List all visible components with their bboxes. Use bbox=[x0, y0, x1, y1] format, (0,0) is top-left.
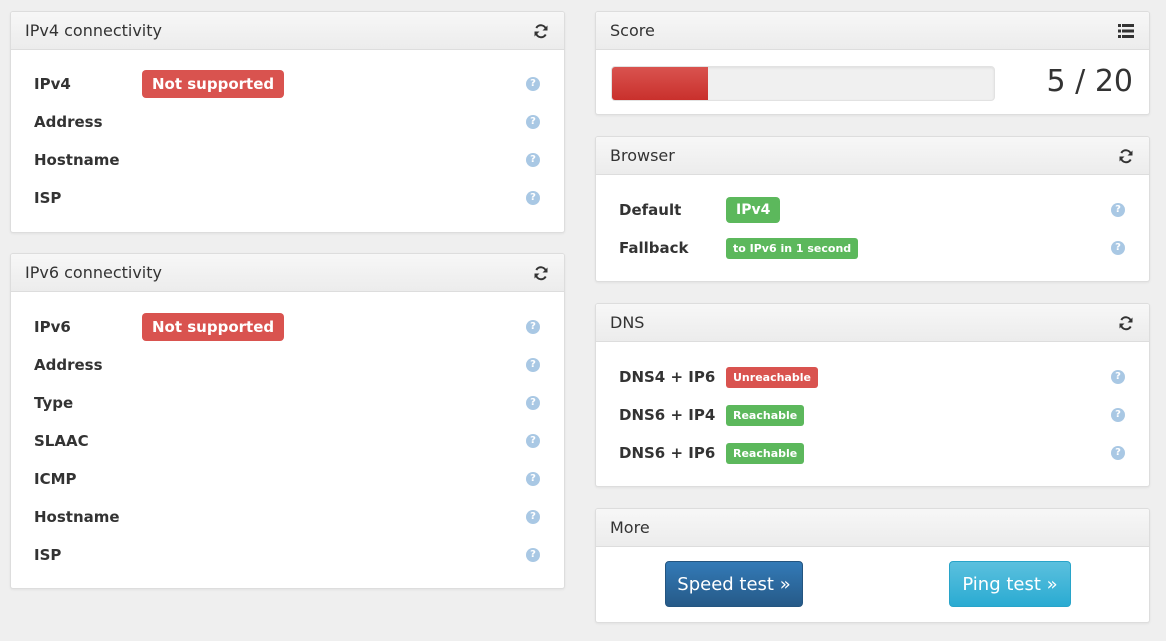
help-icon[interactable]: ? bbox=[526, 320, 540, 334]
refresh-icon[interactable] bbox=[532, 264, 550, 282]
dns6-ip4-label: DNS6 + IP4 bbox=[619, 406, 716, 424]
ipv6-panel-title: IPv6 connectivity bbox=[25, 263, 162, 282]
ipv6-status-badge: Not supported bbox=[142, 313, 285, 341]
score-panel-title: Score bbox=[610, 21, 655, 40]
dns-panel-heading: DNS bbox=[596, 304, 1149, 342]
dns6-ip4-status-badge: Reachable bbox=[726, 405, 805, 426]
refresh-icon[interactable] bbox=[532, 22, 550, 40]
more-panel-heading: More bbox=[596, 509, 1149, 547]
ipv4-row-address: Address ? bbox=[11, 110, 564, 134]
help-icon[interactable]: ? bbox=[526, 77, 540, 91]
refresh-icon[interactable] bbox=[1117, 147, 1135, 165]
help-icon[interactable]: ? bbox=[526, 510, 540, 524]
list-icon[interactable] bbox=[1117, 22, 1135, 40]
fallback-badge: to IPv6 in 1 second bbox=[726, 238, 859, 259]
help-icon[interactable]: ? bbox=[1111, 446, 1125, 460]
isp-label: ISP bbox=[34, 546, 62, 564]
ipv6-row-isp: ISP ? bbox=[11, 543, 564, 567]
help-icon[interactable]: ? bbox=[526, 548, 540, 562]
ipv6-row-icmp: ICMP ? bbox=[11, 467, 564, 491]
address-label: Address bbox=[34, 113, 103, 131]
score-panel-heading: Score bbox=[596, 12, 1149, 50]
icmp-label: ICMP bbox=[34, 470, 77, 488]
score-progress-fill bbox=[612, 67, 708, 100]
help-icon[interactable]: ? bbox=[526, 434, 540, 448]
ipv6-row-ipv6: IPv6 Not supported ? bbox=[11, 313, 564, 341]
more-panel-title: More bbox=[610, 518, 650, 537]
help-icon[interactable]: ? bbox=[526, 115, 540, 129]
browser-panel: Browser Default IPv4 ? Fallback to IPv6 … bbox=[595, 136, 1150, 282]
help-icon[interactable]: ? bbox=[526, 472, 540, 486]
ipv4-row-hostname: Hostname ? bbox=[11, 148, 564, 172]
type-label: Type bbox=[34, 394, 74, 412]
browser-row-default: Default IPv4 ? bbox=[596, 197, 1149, 223]
help-icon[interactable]: ? bbox=[526, 396, 540, 410]
ipv4-panel-title: IPv4 connectivity bbox=[25, 21, 162, 40]
ipv6-label: IPv6 bbox=[34, 318, 71, 336]
dns-panel: DNS DNS4 + IP6 Unreachable ? DNS6 + IP4 … bbox=[595, 303, 1150, 487]
help-icon[interactable]: ? bbox=[526, 191, 540, 205]
dns-row-dns6-ip6: DNS6 + IP6 Reachable ? bbox=[596, 441, 1149, 465]
hostname-label: Hostname bbox=[34, 508, 120, 526]
ipv6-row-hostname: Hostname ? bbox=[11, 505, 564, 529]
ipv4-row-isp: ISP ? bbox=[11, 186, 564, 210]
dns6-ip6-label: DNS6 + IP6 bbox=[619, 444, 716, 462]
fallback-label: Fallback bbox=[619, 239, 689, 257]
ipv6-panel: IPv6 connectivity IPv6 Not supported ? A… bbox=[10, 253, 565, 589]
dns4-ip6-label: DNS4 + IP6 bbox=[619, 368, 716, 386]
ipv6-row-slaac: SLAAC ? bbox=[11, 429, 564, 453]
speed-test-button[interactable]: Speed test » bbox=[665, 561, 803, 607]
help-icon[interactable]: ? bbox=[1111, 408, 1125, 422]
help-icon[interactable]: ? bbox=[1111, 370, 1125, 384]
score-value: 5 / 20 bbox=[1046, 64, 1133, 99]
more-panel: More Speed test » Ping test » bbox=[595, 508, 1150, 623]
address-label: Address bbox=[34, 356, 103, 374]
ipv4-panel-heading: IPv4 connectivity bbox=[11, 12, 564, 50]
default-protocol-badge: IPv4 bbox=[726, 197, 781, 223]
dns6-ip6-status-badge: Reachable bbox=[726, 443, 805, 464]
ipv6-row-type: Type ? bbox=[11, 391, 564, 415]
ipv6-panel-heading: IPv6 connectivity bbox=[11, 254, 564, 292]
ipv6-row-address: Address ? bbox=[11, 353, 564, 377]
ipv4-label: IPv4 bbox=[34, 75, 71, 93]
help-icon[interactable]: ? bbox=[526, 358, 540, 372]
score-progress-bar bbox=[611, 66, 995, 101]
help-icon[interactable]: ? bbox=[1111, 241, 1125, 255]
dns4-ip6-status-badge: Unreachable bbox=[726, 367, 818, 388]
ipv4-status-badge: Not supported bbox=[142, 70, 285, 98]
dns-row-dns4-ip6: DNS4 + IP6 Unreachable ? bbox=[596, 365, 1149, 389]
hostname-label: Hostname bbox=[34, 151, 120, 169]
ping-test-button[interactable]: Ping test » bbox=[949, 561, 1071, 607]
score-panel: Score 5 / 20 bbox=[595, 11, 1150, 115]
isp-label: ISP bbox=[34, 189, 62, 207]
ipv4-row-ipv4: IPv4 Not supported ? bbox=[11, 70, 564, 98]
ipv4-panel: IPv4 connectivity IPv4 Not supported ? A… bbox=[10, 11, 565, 233]
help-icon[interactable]: ? bbox=[526, 153, 540, 167]
slaac-label: SLAAC bbox=[34, 432, 89, 450]
dns-panel-title: DNS bbox=[610, 313, 645, 332]
dns-row-dns6-ip4: DNS6 + IP4 Reachable ? bbox=[596, 403, 1149, 427]
help-icon[interactable]: ? bbox=[1111, 203, 1125, 217]
browser-row-fallback: Fallback to IPv6 in 1 second ? bbox=[596, 236, 1149, 260]
default-label: Default bbox=[619, 201, 682, 219]
browser-panel-heading: Browser bbox=[596, 137, 1149, 175]
browser-panel-title: Browser bbox=[610, 146, 675, 165]
refresh-icon[interactable] bbox=[1117, 314, 1135, 332]
